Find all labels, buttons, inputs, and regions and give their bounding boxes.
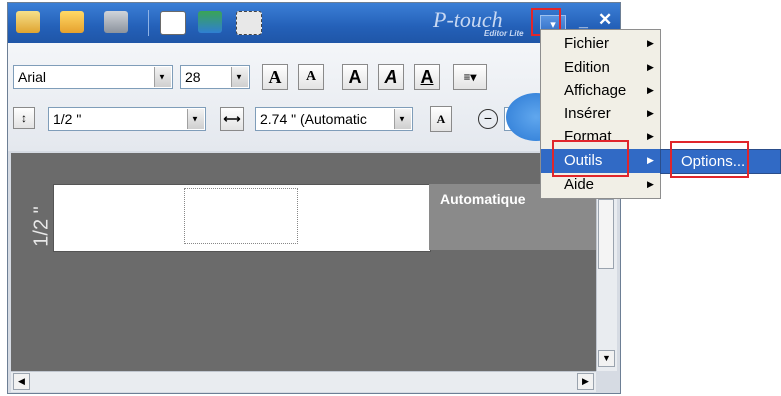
save-icon[interactable] (104, 11, 128, 33)
ptouch-window: P-touch Editor Lite ▾ _ ✕ Arial 28 A A A… (7, 2, 621, 394)
chevron-right-icon: ▶ (647, 85, 654, 95)
underline-button[interactable]: A (414, 64, 440, 90)
scroll-down-button[interactable]: ▼ (598, 350, 615, 367)
bold-button[interactable]: A (342, 64, 368, 90)
size-select[interactable]: 28 (180, 65, 250, 89)
menu-item-affichage[interactable]: Affichage ▶ (541, 79, 660, 103)
chevron-right-icon: ▶ (647, 108, 654, 118)
chevron-right-icon: ▶ (647, 155, 654, 165)
chevron-right-icon: ▶ (647, 179, 654, 189)
chevron-down-icon[interactable] (154, 67, 171, 87)
app-logo-subtitle: Editor Lite (484, 29, 524, 38)
scroll-right-button[interactable]: ▶ (577, 373, 594, 390)
length-icon: ⟷ (220, 107, 244, 131)
frame-icon[interactable] (236, 11, 262, 35)
highlight-outils (552, 140, 629, 177)
image-icon[interactable] (198, 11, 222, 33)
chevron-right-icon: ▶ (647, 131, 654, 141)
spinner-icon[interactable] (394, 109, 411, 129)
italic-button[interactable]: A (378, 64, 404, 90)
tape-value: 1/2 " (53, 111, 82, 127)
font-value: Arial (18, 69, 47, 85)
increase-font-button[interactable]: A (262, 64, 288, 90)
font-select[interactable]: Arial (13, 65, 173, 89)
length-value: 2.74 " (Automatic (260, 111, 367, 127)
close-button[interactable]: ✕ (598, 10, 612, 30)
highlight-options (670, 141, 749, 178)
menu-item-edition[interactable]: Edition ▶ (541, 56, 660, 80)
size-value: 28 (185, 69, 201, 85)
chevron-down-icon[interactable] (231, 67, 248, 87)
tape-select[interactable]: 1/2 " (48, 107, 206, 131)
menu-item-label: Insérer (564, 105, 611, 122)
tape-width-icon: ↕ (13, 107, 35, 129)
scroll-left-button[interactable]: ◀ (13, 373, 30, 390)
align-left-icon: ≡▾ (463, 70, 477, 84)
menu-item-label: Edition (564, 59, 610, 76)
decrease-font-button[interactable]: A (298, 64, 324, 90)
text-frame[interactable] (184, 188, 298, 244)
menu-item-fichier[interactable]: Fichier ▶ (541, 32, 660, 56)
new-icon[interactable] (16, 11, 40, 33)
length-input[interactable]: 2.74 " (Automatic (255, 107, 413, 131)
menu-item-inserer[interactable]: Insérer ▶ (541, 102, 660, 126)
vertical-text-button[interactable]: A (430, 106, 452, 132)
title-bar: P-touch Editor Lite ▾ _ ✕ (8, 3, 620, 43)
text-icon[interactable] (160, 11, 186, 35)
align-button[interactable]: ≡▾ (453, 64, 487, 90)
horizontal-scrollbar[interactable] (11, 371, 596, 392)
menu-item-label: Affichage (564, 82, 627, 99)
menu-item-label: Aide (564, 176, 595, 193)
tape-width-label: 1/2 " (30, 206, 53, 247)
zoom-out-icon[interactable]: − (478, 109, 498, 129)
toolbar-separator (148, 10, 149, 36)
toolbar: Arial 28 A A A A A ≡▾ ↕ 1/2 " ⟷ 2.74 " (… (8, 43, 620, 151)
vertical-scroll-thumb[interactable] (598, 199, 614, 269)
length-label: Automatique (440, 191, 526, 207)
chevron-right-icon: ▶ (647, 38, 654, 48)
chevron-down-icon[interactable] (187, 109, 204, 129)
menu-item-label: Fichier (564, 35, 610, 52)
chevron-right-icon: ▶ (647, 62, 654, 72)
open-folder-icon[interactable] (60, 11, 84, 33)
